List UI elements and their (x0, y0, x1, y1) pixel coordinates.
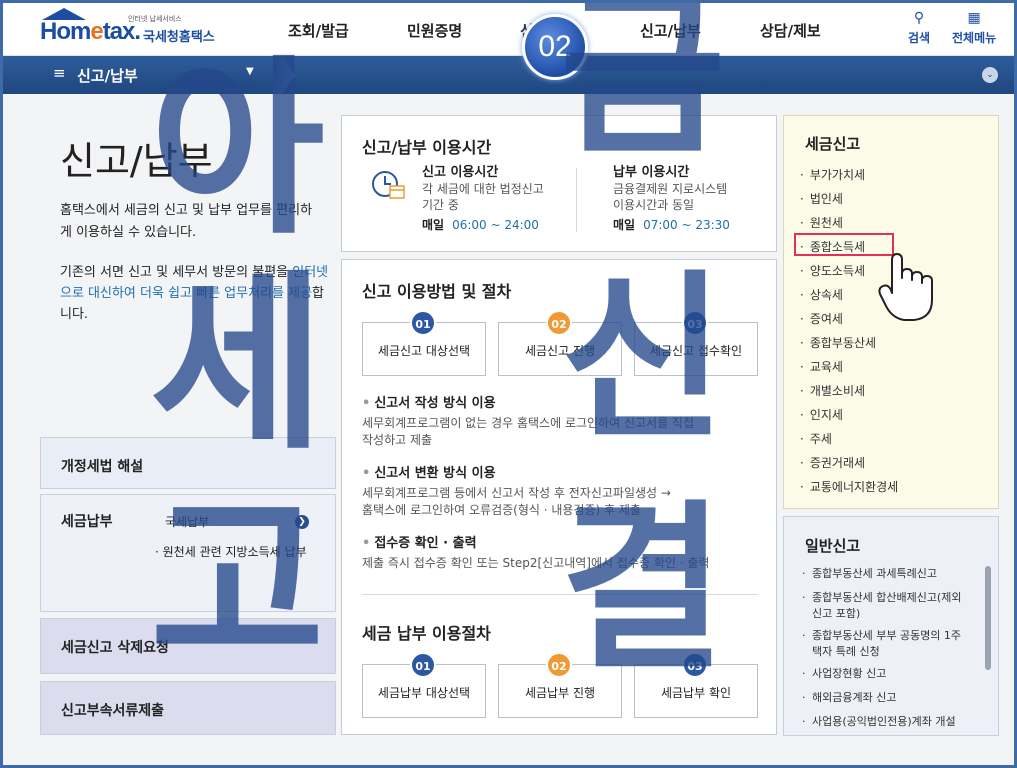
tax-item-transport-energy[interactable]: 교통에너지환경세 (800, 478, 898, 495)
intro-text-2: 기존의 서면 신고 및 세무서 방문의 불편을 인터넷으로 대신하여 더욱 쉽고… (60, 262, 330, 325)
hamburger-icon[interactable]: ≡ (53, 64, 66, 82)
breadcrumb-menu[interactable]: 신고/납부 (77, 65, 138, 86)
attachment-submit-label: 신고부속서류제출 (61, 703, 165, 719)
method-convert: 신고서 변환 방식 이용 세무회계프로그램 등에서 신고서 작성 후 전자신고파… (362, 465, 671, 519)
delete-request-label: 세금신고 삭제요청 (61, 640, 169, 656)
clock-calendar-icon (372, 171, 405, 199)
step-badge: 02 (522, 14, 588, 80)
tax-payment-box: 세금납부 국세납부 ❯ · 원천세 관련 지방소득세 납부 (40, 494, 336, 612)
pay-step-number-1: 01 (410, 652, 436, 678)
method-write: 신고서 작성 방식 이용 세무회계프로그램이 없는 경우 홈택스에 로그인하여 … (362, 395, 694, 449)
filing-hours-desc: 각 세금에 대한 법정신고 (422, 182, 544, 196)
tax-reform-box[interactable]: 개정세법 해설 (40, 437, 336, 489)
caret-down-icon[interactable]: ▼ (246, 66, 254, 77)
filing-hours-heading: 신고 이용시간 (422, 165, 499, 180)
tax-item-gift[interactable]: 증여세 (800, 310, 843, 327)
search-label: 검색 (908, 31, 931, 45)
procedure-divider (362, 594, 758, 595)
logo-e: e (90, 18, 103, 45)
general-item-business[interactable]: 사업장현황 신고 (800, 666, 970, 682)
method-receipt-desc: 제출 즉시 접수증 확인 또는 Step2[신고내역]에서 접수증 확인 · 출… (362, 556, 710, 570)
all-menu-button[interactable]: ▦ 전체메뉴 (952, 10, 996, 46)
intro-line: 기존의 서면 신고 및 세무서 방문의 불편을 (60, 265, 289, 280)
tax-item-liquor[interactable]: 주세 (800, 430, 832, 447)
search-icon: ⚲ (913, 10, 925, 26)
nav-inquiry[interactable]: 조회/발급 (288, 20, 349, 41)
pay-step-number-2: 02 (546, 652, 572, 678)
step-number-1: 01 (410, 310, 436, 336)
procedure-title: 신고 이용방법 및 절차 (362, 282, 512, 301)
step-number-2: 02 (546, 310, 572, 336)
attachment-submit-box[interactable]: 신고부속서류제출 (40, 681, 336, 735)
general-item-account[interactable]: 사업용(공익법인전용)계좌 개설 (800, 714, 970, 732)
scrollbar[interactable] (985, 566, 991, 670)
grid-icon: ▦ (967, 10, 981, 26)
payment-day: 매일 (613, 218, 636, 232)
tax-item-securities[interactable]: 증권거래세 (800, 454, 865, 471)
general-item-exclusion[interactable]: 종합부동산세 합산배제신고(제외신고 포함) (800, 590, 970, 622)
tax-reform-label: 개정세법 해설 (61, 459, 144, 475)
tax-item-education[interactable]: 교육세 (800, 358, 843, 375)
page-title: 신고/납부 (60, 139, 213, 183)
tax-filing-title: 세금신고 (805, 135, 861, 153)
method-write-desc-2: 작성하고 제출 (362, 433, 433, 447)
tax-item-withholding[interactable]: 원천세 (800, 214, 843, 231)
delete-request-box[interactable]: 세금신고 삭제요청 (40, 618, 336, 674)
method-write-heading: 신고서 작성 방식 이용 (362, 395, 694, 412)
payment-hours-heading: 납부 이용시간 (613, 165, 690, 180)
logo-home: Hom (40, 18, 91, 45)
intro-text: 홈택스에서 세금의 신고 및 납부 업무를 편리하게 이용하실 수 있습니다. (60, 203, 313, 240)
tax-item-excise[interactable]: 개별소비세 (800, 382, 865, 399)
tax-item-comprehensive-property[interactable]: 종합부동산세 (800, 334, 876, 351)
hometax-logo[interactable]: 인터넷 납세서비스 Hometax. 국세청홈택스 (40, 8, 230, 48)
filing-day: 매일 (422, 218, 445, 232)
chevron-down-icon[interactable]: ⌄ (982, 67, 998, 83)
header: 인터넷 납세서비스 Hometax. 국세청홈택스 조회/발급 민원증명 신청/… (0, 0, 1017, 56)
hours-divider (576, 168, 577, 232)
filing-hours: 신고 이용시간 각 세금에 대한 법정신고 기간 중 매일 06:00 ~ 24:… (422, 165, 544, 233)
logo-tax: tax. (102, 18, 141, 45)
payment-time: 07:00 ~ 23:30 (643, 218, 730, 232)
payment-hours-desc-2: 이용시간과 동일 (613, 198, 695, 212)
nav-consult[interactable]: 상담/제보 (760, 20, 821, 41)
method-write-desc: 세무회계프로그램이 없는 경우 홈택스에 로그인하여 신고서를 직접 (362, 416, 695, 430)
general-item-special[interactable]: 종합부동산세 과세특례신고 (800, 566, 970, 582)
method-convert-heading: 신고서 변환 방식 이용 (362, 465, 671, 482)
tax-item-inheritance[interactable]: 상속세 (800, 286, 843, 303)
tax-item-corporate[interactable]: 법인세 (800, 190, 843, 207)
method-convert-desc-2: 홈택스에 로그인하여 오류검증(형식 · 내용검증) 후 제출 (362, 503, 641, 517)
general-item-overseas[interactable]: 해외금융계좌 신고 (800, 690, 970, 706)
breadcrumb-bar: ≡ 신고/납부 ▼ ⌄ (3, 56, 1014, 94)
payment-hours: 납부 이용시간 금융결제원 지로시스템 이용시간과 동일 매일 07:00 ~ 2… (613, 165, 730, 233)
pay-step-number-3: 03 (682, 652, 708, 678)
filing-hours-desc-2: 기간 중 (422, 198, 459, 212)
filing-time: 06:00 ~ 24:00 (452, 218, 539, 232)
tax-payment-label: 세금납부 (61, 514, 113, 530)
local-income-tax-link[interactable]: · 원천세 관련 지방소득세 납부 (155, 543, 307, 560)
logo-wordmark: Hometax. (40, 18, 141, 46)
search-button[interactable]: ⚲ 검색 (908, 10, 930, 46)
method-receipt: 접수증 확인 · 출력 제출 즉시 접수증 확인 또는 Step2[신고내역]에… (362, 535, 709, 572)
method-receipt-heading: 접수증 확인 · 출력 (362, 535, 709, 552)
nav-filing-payment[interactable]: 신고/납부 (640, 20, 701, 41)
breadcrumb-separator (273, 56, 295, 94)
hours-title: 신고/납부 이용시간 (362, 138, 492, 157)
tax-item-vat[interactable]: 부가가치세 (800, 166, 865, 183)
national-tax-payment-link[interactable]: 국세납부 (165, 513, 209, 530)
general-filing-title: 일반신고 (805, 537, 861, 555)
nav-certificates[interactable]: 민원증명 (407, 20, 462, 41)
step-number-3: 03 (682, 310, 708, 336)
payment-hours-desc: 금융결제원 지로시스템 (613, 182, 728, 196)
payment-procedure-title: 세금 납부 이용절차 (362, 624, 491, 643)
arrow-right-icon[interactable]: ❯ (295, 515, 309, 529)
tax-item-stamp[interactable]: 인지세 (800, 406, 843, 423)
tax-item-transfer-income[interactable]: 양도소득세 (800, 262, 865, 279)
general-item-joint[interactable]: 종합부동산세 부부 공동명의 1주택자 특례 신청 (800, 628, 970, 660)
hand-pointer-icon (878, 253, 933, 321)
all-menu-label: 전체메뉴 (952, 31, 997, 45)
logo-korean: 국세청홈택스 (143, 30, 215, 45)
method-convert-desc: 세무회계프로그램 등에서 신고서 작성 후 전자신고파일생성 → (362, 486, 671, 500)
